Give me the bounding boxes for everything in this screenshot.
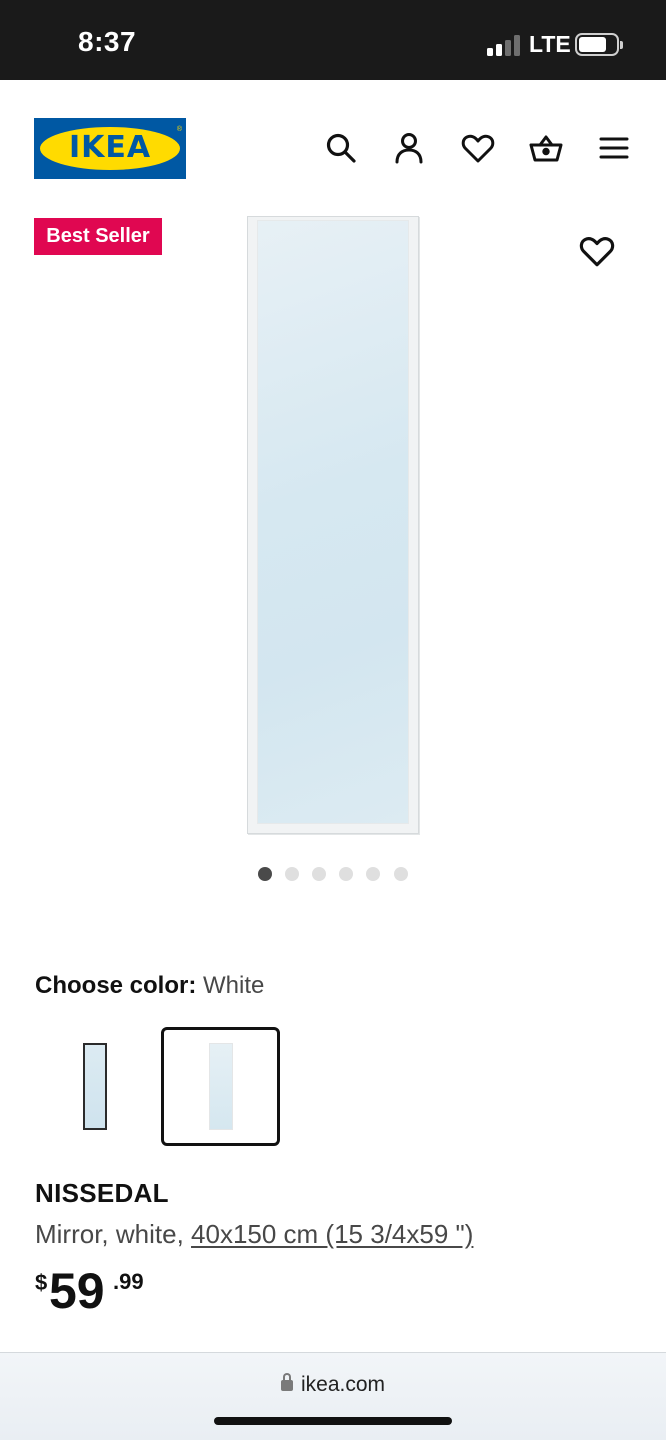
url-field[interactable]: ikea.com	[0, 1373, 666, 1397]
add-to-wishlist-heart-icon[interactable]	[578, 232, 616, 270]
battery-icon	[575, 33, 623, 56]
price-currency: $	[35, 1270, 48, 1295]
image-carousel-dots[interactable]	[258, 867, 408, 881]
selected-color: White	[203, 972, 265, 999]
cellular-signal-icon	[487, 34, 521, 56]
carousel-dot[interactable]	[258, 867, 272, 881]
logo-text: IKEA	[68, 130, 152, 165]
color-chooser-label: Choose color: White	[35, 972, 264, 1000]
color-option-black[interactable]	[36, 1027, 155, 1146]
choose-color-label: Choose color:	[35, 972, 197, 999]
browser-address-bar: ikea.com	[0, 1352, 666, 1440]
product-image-mirror[interactable]	[247, 216, 419, 834]
white-mirror-thumbnail	[209, 1043, 233, 1130]
status-bar: 8:37 LTE	[0, 0, 666, 80]
menu-icon[interactable]	[596, 130, 632, 166]
shopping-basket-icon[interactable]	[528, 130, 564, 166]
product-dimensions-link[interactable]: 40x150 cm (15 3/4x59 ")	[191, 1219, 473, 1249]
carousel-dot[interactable]	[366, 867, 380, 881]
product-description: Mirror, white, 40x150 cm (15 3/4x59 ")	[35, 1219, 473, 1250]
url-text: ikea.com	[300, 1373, 386, 1396]
color-option-white[interactable]	[161, 1027, 280, 1146]
wishlist-heart-icon[interactable]	[460, 130, 496, 166]
network-type: LTE	[529, 31, 571, 57]
black-mirror-thumbnail	[83, 1043, 107, 1130]
site-header: IKEA ®	[0, 80, 666, 210]
best-seller-badge: Best Seller	[34, 218, 162, 255]
search-icon[interactable]	[323, 130, 359, 166]
status-time: 8:37	[78, 26, 137, 57]
product-description-text: Mirror, white,	[35, 1219, 192, 1249]
carousel-dot[interactable]	[394, 867, 408, 881]
product-name: NISSEDAL	[35, 1178, 169, 1208]
carousel-dot[interactable]	[312, 867, 326, 881]
price-decimal: .99	[113, 1269, 144, 1294]
price-integer: 59	[49, 1263, 105, 1319]
home-indicator[interactable]	[214, 1417, 452, 1425]
ikea-logo[interactable]: IKEA ®	[34, 118, 186, 179]
account-icon[interactable]	[391, 130, 427, 166]
lock-icon	[280, 1373, 293, 1391]
carousel-dot[interactable]	[285, 867, 299, 881]
carousel-dot[interactable]	[339, 867, 353, 881]
product-page: 8:37 LTE IKEA ® Best Seller Choose color…	[0, 0, 666, 1440]
